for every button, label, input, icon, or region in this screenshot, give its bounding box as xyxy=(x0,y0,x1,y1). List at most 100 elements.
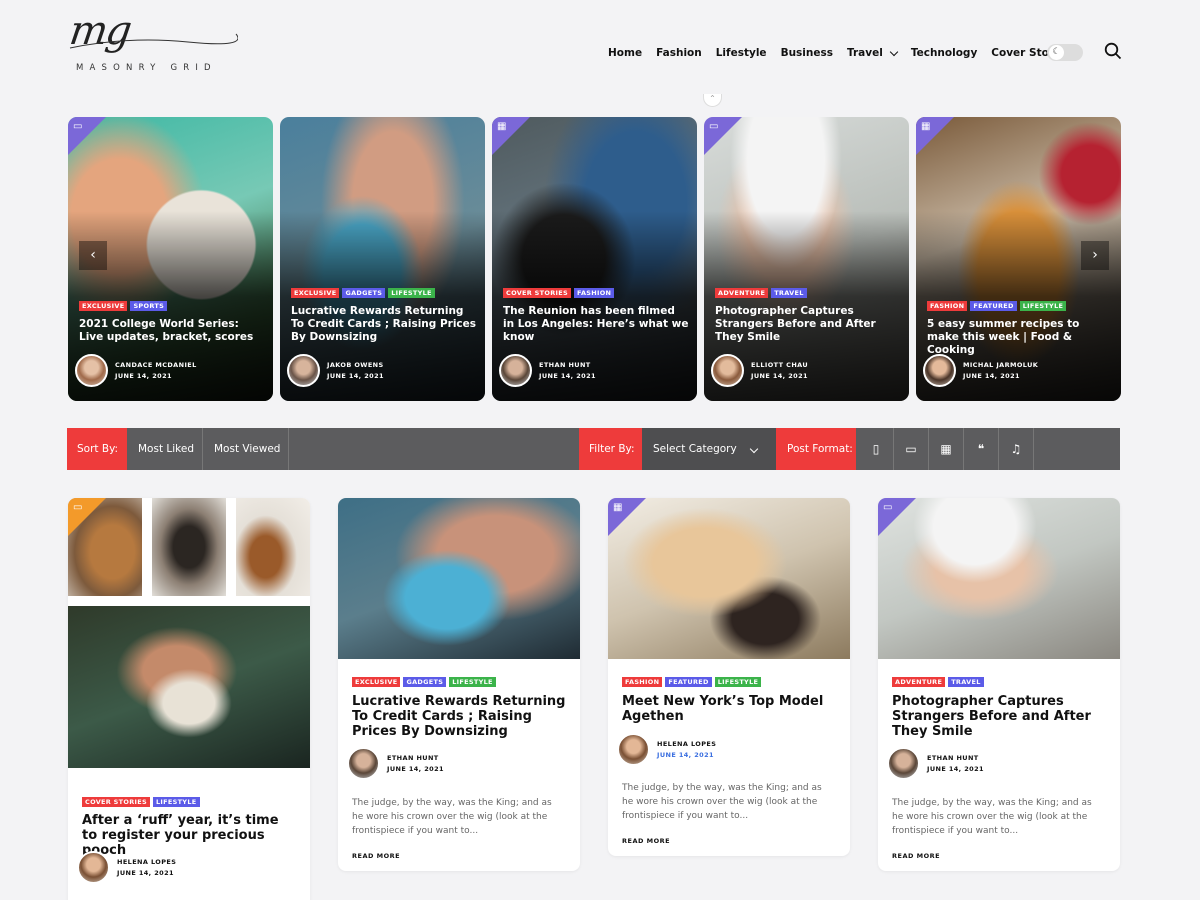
nav-lifestyle[interactable]: Lifestyle xyxy=(716,47,767,59)
post-format-label: Post Format: xyxy=(776,428,856,470)
author-row: CANDACE MCDANIEL JUNE 14, 2021 xyxy=(75,354,197,387)
gallery-format-icon[interactable]: ▭ xyxy=(894,428,929,470)
tag[interactable]: LIFESTYLE xyxy=(1019,301,1067,311)
tag[interactable]: EXCLUSIVE xyxy=(291,288,340,298)
card-title[interactable]: Lucrative Rewards Returning To Credit Ca… xyxy=(291,305,477,344)
read-more-link[interactable]: READ MORE xyxy=(892,852,940,860)
slider-next-button[interactable]: › xyxy=(1081,241,1109,270)
tag[interactable]: EXCLUSIVE xyxy=(352,677,401,687)
slider-prev-button[interactable]: ‹ xyxy=(79,241,107,270)
site-logo[interactable]: mg MASONRY GRID xyxy=(67,8,238,78)
avatar[interactable] xyxy=(711,354,744,387)
nav-label: Lifestyle xyxy=(715,47,767,59)
slider-card[interactable]: ▭ ADVENTURE TRAVEL Photographer Captures… xyxy=(704,117,909,401)
avatar[interactable] xyxy=(287,354,320,387)
tag[interactable]: FEATURED xyxy=(665,677,712,687)
post-title[interactable]: Lucrative Rewards Returning To Credit Ca… xyxy=(352,694,568,739)
tag[interactable]: ADVENTURE xyxy=(715,288,769,298)
author-name[interactable]: HELENA LOPES xyxy=(117,857,176,868)
tag[interactable]: FASHION xyxy=(573,288,615,298)
tag-list: EXCLUSIVE SPORTS xyxy=(79,301,168,311)
tag[interactable]: TRAVEL xyxy=(948,677,984,687)
post-card[interactable]: ▭ COVER STORIES LIFESTYLE After a ‘ruff’… xyxy=(68,498,310,900)
quote-format-icon[interactable]: ❝ xyxy=(964,428,999,470)
avatar[interactable] xyxy=(887,747,920,780)
tag-list: EXCLUSIVE GADGETS LIFESTYLE xyxy=(291,288,435,298)
filter-bar: Sort By: Most Liked Most Viewed Filter B… xyxy=(67,428,1120,470)
slider-card[interactable]: EXCLUSIVE GADGETS LIFESTYLE Lucrative Re… xyxy=(280,117,485,401)
nav-business[interactable]: Business xyxy=(781,47,833,59)
dark-mode-toggle[interactable]: ☾ xyxy=(1047,44,1083,61)
film-icon: ▦ xyxy=(921,121,931,132)
search-icon[interactable] xyxy=(1104,42,1122,60)
tag[interactable]: EXCLUSIVE xyxy=(79,301,128,311)
sort-most-liked-button[interactable]: Most Liked xyxy=(127,428,203,470)
tag[interactable]: LIFESTYLE xyxy=(449,677,496,687)
avatar[interactable] xyxy=(77,851,110,884)
author-name[interactable]: MICHAL JARMOLUK xyxy=(963,360,1038,371)
author-name[interactable]: HELENA LOPES xyxy=(657,739,716,750)
tag[interactable]: LIFESTYLE xyxy=(714,677,762,687)
avatar[interactable] xyxy=(617,733,650,766)
nav-travel[interactable]: Travel xyxy=(847,47,899,59)
gallery-thumb[interactable] xyxy=(152,498,226,596)
author-name[interactable]: ETHAN HUNT xyxy=(539,360,596,371)
post-title[interactable]: Meet New York’s Top Model Agethen xyxy=(622,694,838,724)
tag-list: FASHION FEATURED LIFESTYLE xyxy=(622,677,762,687)
read-more-link[interactable]: READ MORE xyxy=(352,852,400,860)
slider-card[interactable]: ▦ FASHION FEATURED LIFESTYLE 5 easy summ… xyxy=(916,117,1121,401)
card-title[interactable]: 2021 College World Series: Live updates,… xyxy=(79,318,265,344)
tag[interactable]: COVER STORIES xyxy=(82,797,150,807)
avatar[interactable] xyxy=(347,747,380,780)
video-format-icon[interactable]: ▦ xyxy=(929,428,964,470)
nav-label: Technology xyxy=(910,47,978,59)
gallery-thumb[interactable] xyxy=(236,498,310,596)
post-card[interactable]: EXCLUSIVE GADGETS LIFESTYLE Lucrative Re… xyxy=(338,498,580,871)
tag[interactable]: FASHION xyxy=(622,677,663,687)
post-card[interactable]: ▦ FASHION FEATURED LIFESTYLE Meet New Yo… xyxy=(608,498,850,856)
nav-technology[interactable]: Technology xyxy=(911,47,977,59)
author-name[interactable]: CANDACE MCDANIEL xyxy=(115,360,197,371)
tag[interactable]: FASHION xyxy=(927,301,968,311)
tag[interactable]: COVER STORIES xyxy=(503,288,571,298)
tag[interactable]: SPORTS xyxy=(130,301,168,311)
tag[interactable]: GADGETS xyxy=(342,288,386,298)
avatar[interactable] xyxy=(75,354,108,387)
slider-card[interactable]: ▭ EXCLUSIVE SPORTS 2021 College World Se… xyxy=(68,117,273,401)
post-date: JUNE 14, 2021 xyxy=(963,371,1020,380)
tag[interactable]: GADGETS xyxy=(403,677,447,687)
avatar[interactable] xyxy=(499,354,532,387)
slider-card[interactable]: ▦ COVER STORIES FASHION The Reunion has … xyxy=(492,117,697,401)
post-excerpt: The judge, by the way, was the King; and… xyxy=(892,798,1092,836)
author-row: ELLIOTT CHAU JUNE 14, 2021 xyxy=(711,354,808,387)
nav-home[interactable]: Home xyxy=(608,47,642,59)
tag[interactable]: FEATURED xyxy=(970,301,1017,311)
author-name[interactable]: JAKOB OWENS xyxy=(327,360,384,371)
author-name[interactable]: ETHAN HUNT xyxy=(387,753,444,764)
read-more-link[interactable]: READ MORE xyxy=(622,837,670,845)
card-title[interactable]: Photographer Captures Strangers Before a… xyxy=(715,305,901,344)
card-title[interactable]: The Reunion has been filmed in Los Angel… xyxy=(503,305,689,344)
post-card[interactable]: ▭ ADVENTURE TRAVEL Photographer Captures… xyxy=(878,498,1120,871)
tag[interactable]: LIFESTYLE xyxy=(388,288,435,298)
logo-swash xyxy=(69,33,238,49)
tag[interactable]: TRAVEL xyxy=(771,288,807,298)
author-name[interactable]: ETHAN HUNT xyxy=(927,753,984,764)
moon-icon: ☾ xyxy=(1049,45,1064,60)
nav-label: Home xyxy=(608,47,643,59)
post-image[interactable] xyxy=(68,606,310,768)
post-title[interactable]: Photographer Captures Strangers Before a… xyxy=(892,694,1108,739)
category-select[interactable]: Select Category xyxy=(642,428,776,470)
tag[interactable]: ADVENTURE xyxy=(892,677,946,687)
nav-fashion[interactable]: Fashion xyxy=(656,47,702,59)
audio-format-icon[interactable]: ♫ xyxy=(999,428,1034,470)
card-title[interactable]: 5 easy summer recipes to make this week … xyxy=(927,318,1113,357)
standard-format-icon[interactable]: ▯ xyxy=(859,428,894,470)
author-name[interactable]: ELLIOTT CHAU xyxy=(751,360,808,371)
scroll-indicator-icon[interactable]: ⌃ xyxy=(703,94,722,107)
post-image[interactable] xyxy=(338,498,580,659)
post-date: JUNE 14, 2021 xyxy=(927,764,984,773)
avatar[interactable] xyxy=(923,354,956,387)
tag[interactable]: LIFESTYLE xyxy=(152,797,200,807)
sort-most-viewed-button[interactable]: Most Viewed xyxy=(203,428,289,470)
